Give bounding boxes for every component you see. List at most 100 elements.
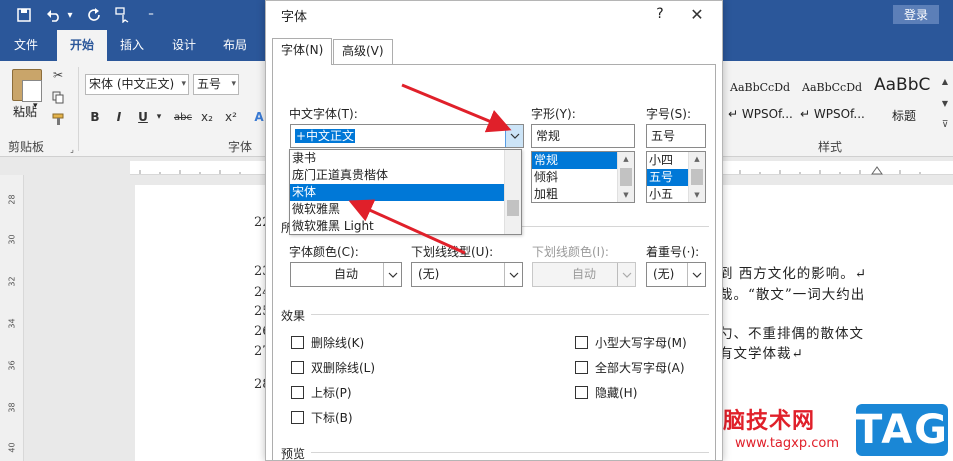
more-styles-icon[interactable]: ⊽: [937, 117, 953, 133]
tab-file[interactable]: 文件: [0, 30, 52, 61]
scroll-up-icon[interactable]: ▲: [689, 152, 705, 166]
font-size-list[interactable]: 小四 五号 小五 ▲ ▼: [646, 151, 706, 203]
paste-icon[interactable]: [12, 69, 42, 102]
scroll-thumb[interactable]: [620, 168, 632, 186]
double-strikethrough-label[interactable]: 双删除线(L): [311, 359, 375, 376]
double-strikethrough-checkbox[interactable]: [291, 361, 304, 374]
cut-icon[interactable]: ✂: [50, 67, 66, 83]
font-style-list[interactable]: 常规 倾斜 加粗 ▲ ▼: [531, 151, 635, 203]
style-name[interactable]: ↵ WPSOf...: [800, 107, 865, 121]
font-color-combo[interactable]: 自动: [290, 262, 402, 287]
list-item[interactable]: 庞门正道真贵楷体: [290, 167, 504, 184]
scrollbar[interactable]: ▲ ▼: [688, 152, 705, 202]
dialog-title: 字体: [281, 10, 308, 25]
bold-button[interactable]: B: [86, 108, 104, 126]
hidden-label[interactable]: 隐藏(H): [595, 384, 637, 401]
hidden-checkbox[interactable]: [575, 386, 588, 399]
vertical-ruler[interactable]: 28 30 32 34 36 38 40: [0, 175, 24, 461]
paste-dropdown-icon[interactable]: ▾: [33, 101, 38, 111]
ruler-number: 40: [7, 442, 17, 453]
document-text-line: 有文学体裁↵: [719, 346, 804, 362]
all-caps-checkbox[interactable]: [575, 361, 588, 374]
superscript-checkbox[interactable]: [291, 386, 304, 399]
subscript-label[interactable]: 下标(B): [311, 409, 353, 426]
touch-mode-icon[interactable]: [112, 4, 134, 26]
list-item[interactable]: 微软雅黑: [290, 201, 504, 218]
tab-font[interactable]: 字体(N): [272, 38, 333, 65]
ruler-number: 36: [7, 360, 17, 371]
help-button[interactable]: ?: [649, 3, 671, 25]
section-divider: [311, 452, 709, 453]
scrollbar[interactable]: ▲ ▼: [617, 152, 634, 202]
ruler-number: 32: [7, 276, 17, 287]
font-style-label: 字形(Y):: [531, 107, 576, 121]
save-icon[interactable]: [12, 4, 36, 26]
small-caps-label[interactable]: 小型大写字母(M): [595, 334, 687, 351]
login-button[interactable]: 登录: [893, 5, 939, 24]
list-item[interactable]: 隶书: [290, 150, 504, 167]
chinese-font-input[interactable]: +中文正文: [290, 124, 524, 148]
strikethrough-label[interactable]: 删除线(K): [311, 334, 364, 351]
superscript-label[interactable]: 上标(P): [311, 384, 352, 401]
list-item[interactable]: 微软雅黑 Light: [290, 218, 504, 235]
chevron-down-icon[interactable]: ▾: [150, 108, 168, 126]
ruler-number: 28: [7, 194, 17, 205]
subscript-button[interactable]: x₂: [198, 108, 216, 126]
all-caps-label[interactable]: 全部大写字母(A): [595, 359, 685, 376]
redo-icon[interactable]: [84, 4, 104, 26]
underline-style-combo[interactable]: (无): [411, 262, 523, 287]
scroll-up-icon[interactable]: ▲: [937, 73, 953, 89]
chinese-font-label: 中文字体(T):: [289, 107, 358, 121]
tab-layout[interactable]: 布局: [213, 30, 257, 61]
scroll-down-icon[interactable]: ▼: [689, 188, 705, 202]
chevron-down-icon: ▾: [181, 79, 186, 89]
chevron-down-icon[interactable]: [505, 125, 523, 147]
customize-icon[interactable]: ⁼: [144, 4, 158, 26]
tab-design[interactable]: 设计: [162, 30, 206, 61]
underline-style-value: (无): [418, 267, 440, 281]
style-sample: AaBbCcDd: [730, 81, 791, 94]
undo-icon[interactable]: [44, 4, 64, 26]
scroll-up-icon[interactable]: ▲: [618, 152, 634, 166]
copy-icon[interactable]: [50, 89, 66, 105]
font-size-label: 字号(S):: [646, 107, 692, 121]
scrollbar[interactable]: [504, 150, 521, 234]
tab-advanced[interactable]: 高级(V): [333, 39, 393, 64]
font-name-combo[interactable]: 宋体 (中文正文) ▾: [85, 74, 189, 95]
underline-style-label: 下划线线型(U):: [411, 245, 494, 259]
chinese-font-value: +中文正文: [295, 129, 356, 143]
scroll-thumb[interactable]: [691, 169, 703, 185]
style-name[interactable]: 标题: [892, 107, 916, 124]
close-button[interactable]: ✕: [686, 3, 708, 25]
strikethrough-checkbox[interactable]: [291, 336, 304, 349]
subscript-checkbox[interactable]: [291, 411, 304, 424]
chevron-down-icon[interactable]: [383, 263, 401, 286]
underline-color-value: 自动: [571, 267, 596, 281]
format-painter-icon[interactable]: [50, 111, 66, 127]
italic-button[interactable]: I: [110, 108, 128, 126]
superscript-button[interactable]: x²: [222, 108, 240, 126]
font-size-combo[interactable]: 五号 ▾: [193, 74, 239, 95]
scroll-down-icon[interactable]: ▼: [937, 95, 953, 111]
small-caps-checkbox[interactable]: [575, 336, 588, 349]
strikethrough-button[interactable]: abc: [170, 108, 196, 126]
scroll-thumb[interactable]: [507, 200, 519, 216]
chevron-down-icon[interactable]: [687, 263, 705, 286]
list-item[interactable]: 常规: [532, 152, 618, 169]
style-name[interactable]: ↵ WPSOf...: [728, 107, 793, 121]
font-size-input[interactable]: 五号: [646, 124, 706, 148]
chinese-font-dropdown-list[interactable]: 隶书 庞门正道真贵楷体 宋体 微软雅黑 微软雅黑 Light: [289, 149, 522, 235]
watermark-url: www.tagxp.com: [735, 436, 839, 451]
group-divider: [78, 67, 79, 151]
font-style-input[interactable]: 常规: [531, 124, 635, 148]
chevron-down-icon[interactable]: [504, 263, 522, 286]
undo-dropdown-icon[interactable]: ▾: [64, 4, 76, 26]
style-sample: AaBbC: [874, 75, 931, 95]
emphasis-mark-combo[interactable]: (无): [646, 262, 706, 287]
tab-insert[interactable]: 插入: [110, 30, 154, 61]
list-item[interactable]: 五号: [647, 169, 689, 186]
scroll-down-icon[interactable]: ▼: [618, 188, 634, 202]
chevron-down-icon: ▾: [231, 79, 236, 89]
list-item-selected[interactable]: 宋体: [290, 184, 504, 201]
tab-home[interactable]: 开始: [57, 30, 107, 61]
